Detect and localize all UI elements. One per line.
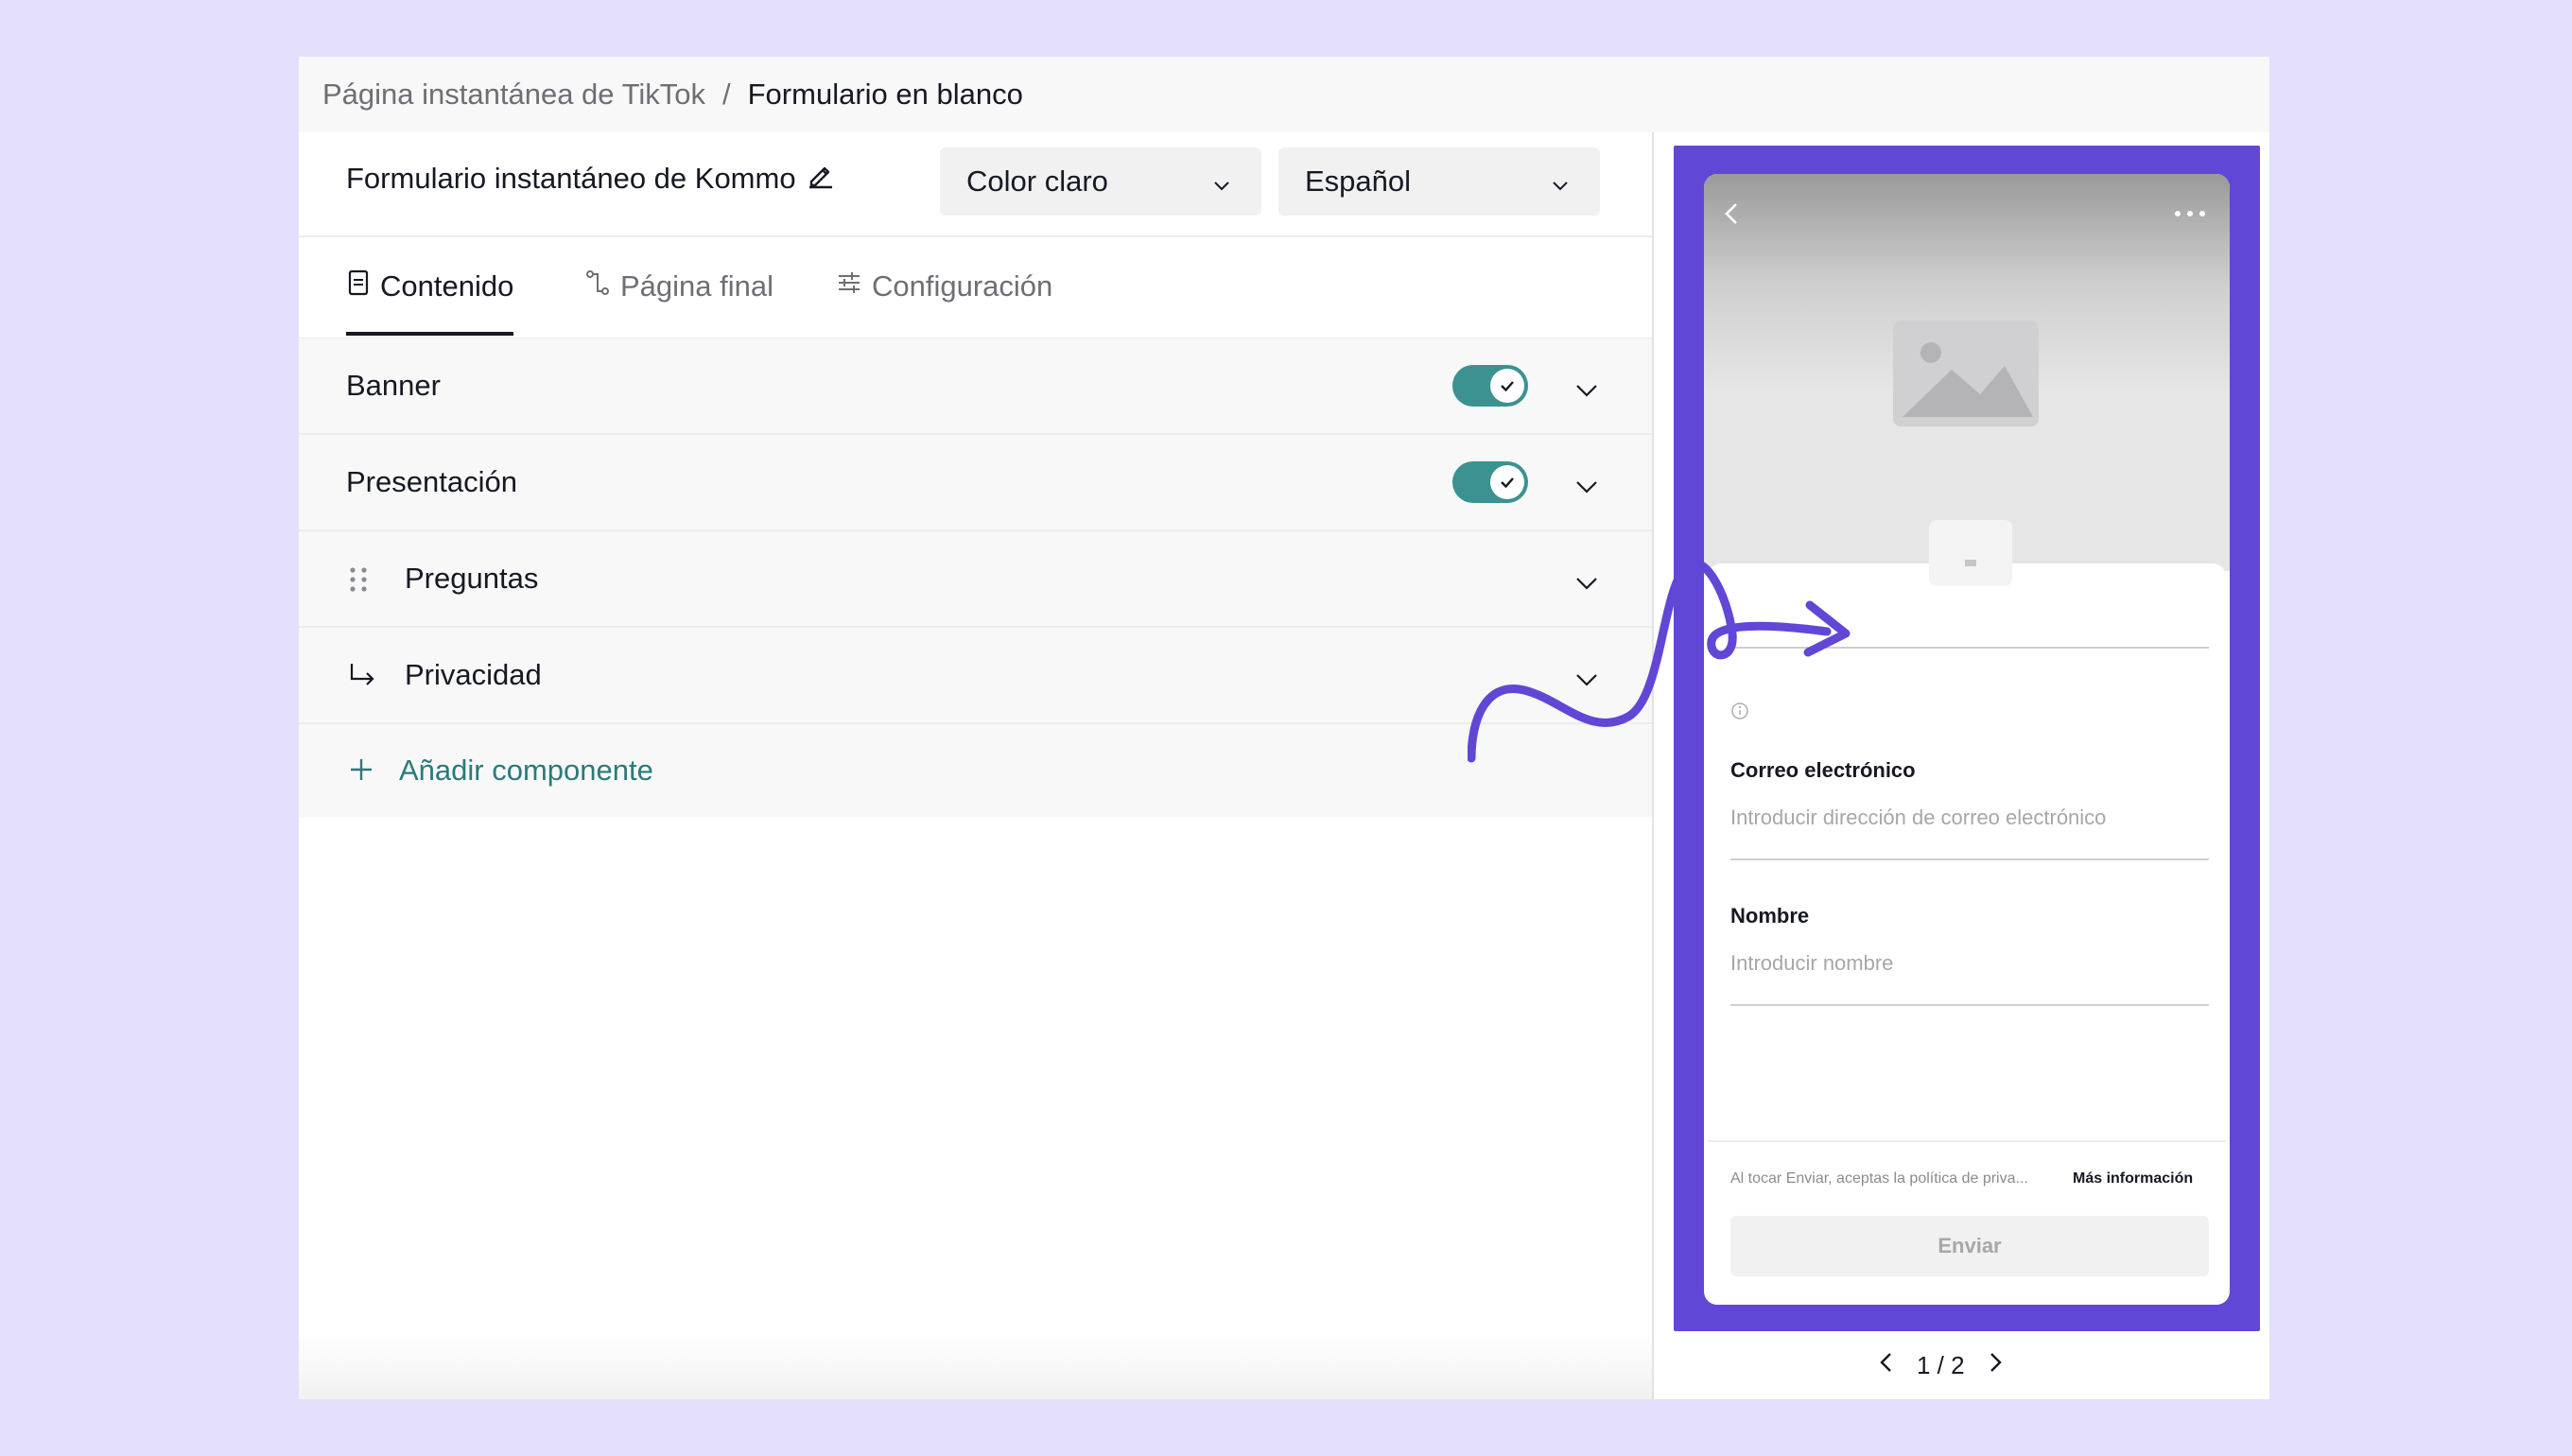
more-info-link[interactable]: Más información bbox=[2073, 1170, 2193, 1187]
sliders-icon bbox=[836, 269, 862, 303]
tab-label: Configuración bbox=[872, 269, 1053, 303]
component-row-presentacion[interactable]: Presentación bbox=[299, 435, 1652, 531]
component-row-privacidad[interactable]: Privacidad bbox=[299, 628, 1652, 724]
tab-bar: Contenido Página final Configuración bbox=[299, 237, 1652, 339]
drag-handle-icon[interactable] bbox=[348, 565, 369, 601]
theme-select-value: Color claro bbox=[966, 165, 1108, 198]
component-label: Presentación bbox=[346, 465, 517, 498]
add-component-button[interactable]: Añadir componente bbox=[299, 724, 1652, 817]
next-page-icon[interactable] bbox=[1986, 1350, 2005, 1381]
component-label: Banner bbox=[346, 369, 441, 402]
image-placeholder-icon bbox=[1893, 321, 2039, 431]
back-arrow-icon[interactable] bbox=[1721, 200, 1744, 232]
component-label: Preguntas bbox=[405, 562, 539, 595]
return-arrow-icon bbox=[348, 662, 376, 696]
form-title: Formulario instantáneo de Kommo bbox=[346, 161, 834, 197]
logo-placeholder-icon bbox=[1929, 520, 2012, 591]
tab-label: Página final bbox=[620, 269, 774, 303]
add-component-label: Añadir componente bbox=[399, 754, 653, 787]
form-title-text: Formulario instantáneo de Kommo bbox=[346, 162, 796, 195]
more-options-icon[interactable] bbox=[2173, 206, 2207, 223]
check-icon bbox=[1490, 465, 1524, 499]
previous-page-icon[interactable] bbox=[1877, 1350, 1896, 1381]
name-field[interactable]: Introducir nombre bbox=[1730, 951, 1893, 976]
plus-icon bbox=[348, 756, 374, 790]
form-header: Formulario instantáneo de Kommo Color cl… bbox=[299, 132, 1652, 237]
tab-label: Contenido bbox=[380, 269, 514, 303]
breadcrumb-parent-link[interactable]: Página instantánea de TikTok bbox=[322, 78, 705, 112]
annotation-arrow-icon bbox=[1468, 559, 1851, 763]
scroll-fade bbox=[299, 1333, 1652, 1399]
divider bbox=[1708, 1140, 2226, 1142]
legal-text: Al tocar Enviar, aceptas la política de … bbox=[1730, 1170, 2028, 1187]
component-list: Banner Presentación Preguntas Privacidad… bbox=[299, 338, 1652, 817]
tab-pagina-final[interactable]: Página final bbox=[584, 237, 773, 336]
chevron-down-icon bbox=[1549, 170, 1572, 204]
submit-button[interactable]: Enviar bbox=[1730, 1216, 2209, 1276]
component-row-banner[interactable]: Banner bbox=[299, 338, 1652, 435]
email-field[interactable]: Introducir dirección de correo electróni… bbox=[1730, 806, 2106, 830]
editor-frame: Página instantánea de TikTok / Formulari… bbox=[299, 57, 2269, 1399]
language-select-value: Español bbox=[1305, 165, 1412, 198]
breadcrumb: Página instantánea de TikTok / Formulari… bbox=[299, 57, 2269, 132]
check-icon bbox=[1490, 369, 1524, 403]
editor-panel: Formulario instantáneo de Kommo Color cl… bbox=[299, 132, 1652, 1399]
breadcrumb-separator: / bbox=[722, 78, 731, 111]
banner-preview bbox=[1704, 174, 2230, 571]
preview-pager: 1 / 2 bbox=[1877, 1350, 2005, 1381]
tab-configuracion[interactable]: Configuración bbox=[836, 237, 1052, 336]
tab-contenido[interactable]: Contenido bbox=[346, 237, 514, 336]
component-row-preguntas[interactable]: Preguntas bbox=[299, 531, 1652, 628]
chevron-down-icon bbox=[1210, 170, 1233, 204]
theme-select[interactable]: Color claro bbox=[940, 147, 1261, 216]
chevron-down-icon[interactable] bbox=[1573, 471, 1600, 505]
component-label: Privacidad bbox=[405, 658, 542, 691]
name-field-label: Nombre bbox=[1730, 904, 1810, 927]
breadcrumb-current: Formulario en blanco bbox=[747, 78, 1023, 111]
page-indicator: 1 / 2 bbox=[1917, 1351, 1965, 1379]
chevron-down-icon[interactable] bbox=[1573, 374, 1600, 408]
edit-pencil-icon[interactable] bbox=[806, 161, 834, 197]
email-field-underline bbox=[1730, 858, 2209, 860]
presentacion-toggle[interactable] bbox=[1452, 461, 1528, 503]
document-icon bbox=[346, 269, 371, 304]
banner-toggle[interactable] bbox=[1452, 365, 1528, 407]
language-select[interactable]: Español bbox=[1278, 147, 1600, 216]
route-icon bbox=[584, 269, 611, 304]
name-field-underline bbox=[1730, 1004, 2209, 1006]
